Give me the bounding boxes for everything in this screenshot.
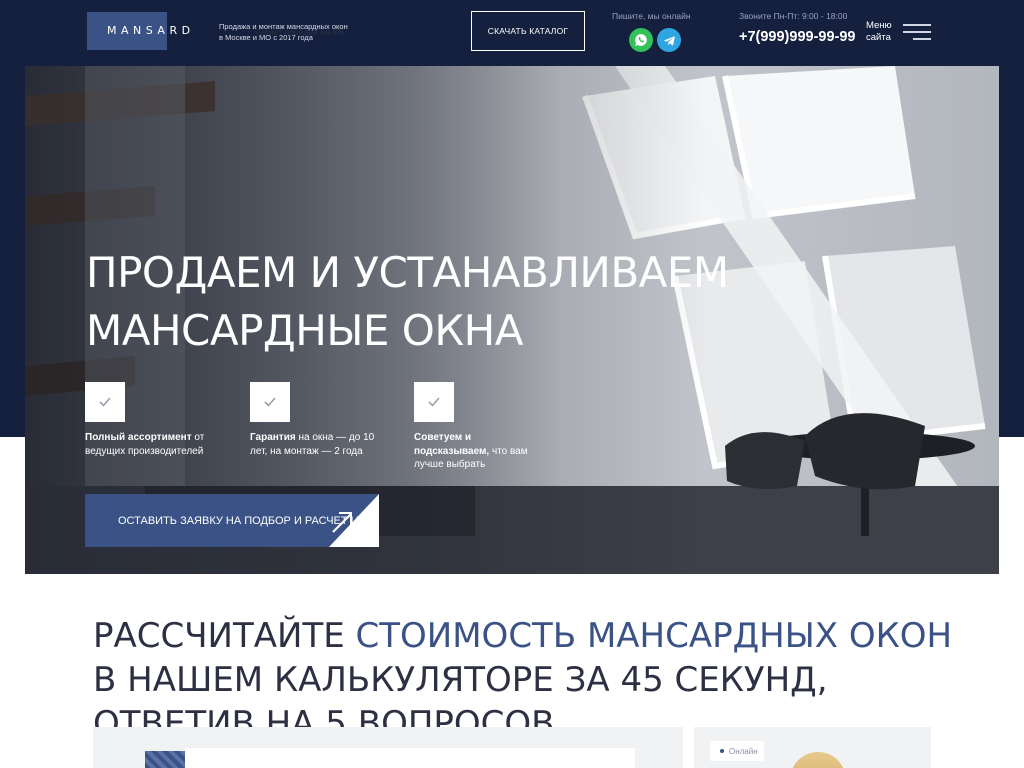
check-icon	[250, 382, 290, 422]
check-icon	[414, 382, 454, 422]
consultant-panel: Онлайн	[694, 727, 931, 768]
feature-text: Гарантия на окна — до 10 лет, на монтаж …	[250, 432, 375, 457]
avatar	[790, 752, 846, 768]
menu-label[interactable]: Меню сайта	[866, 20, 896, 44]
hero-banner: ПРОДАЕМ И УСТАНАВЛИВАЕМ МАНСАРДНЫЕ ОКНА …	[25, 66, 999, 574]
logo-text[interactable]: MANSARD	[107, 24, 195, 37]
phone-number[interactable]: +7(999)999-99-99	[739, 29, 856, 45]
hero-title: ПРОДАЕМ И УСТАНАВЛИВАЕМ МАНСАРДНЫЕ ОКНА	[86, 244, 729, 360]
progress-bar	[145, 751, 185, 768]
progress-text: Расчет пройден на 8%	[255, 27, 345, 37]
online-label: Пишите, мы онлайн	[612, 11, 691, 21]
telegram-icon[interactable]	[657, 28, 681, 52]
feature-warranty: Гарантия на окна — до 10 лет, на монтаж …	[250, 382, 375, 458]
feature-text: Советуем и подсказываем, что вам лучше в…	[414, 432, 528, 470]
request-quote-button[interactable]: ОСТАВИТЬ ЗАЯВКУ НА ПОДБОР И РАСЧЕТ ЦЕНЫ	[85, 494, 379, 547]
hero-title-line: ПРОДАЕМ И УСТАНАВЛИВАЕМ	[86, 248, 729, 297]
hero-title-line: МАНСАРДНЫЕ ОКНА	[86, 306, 523, 355]
check-icon	[85, 382, 125, 422]
progress-card	[185, 748, 635, 768]
arrow-up-right-icon	[329, 494, 379, 547]
online-dot-icon	[720, 749, 724, 753]
feature-assortment: Полный ассортимент от ведущих производит…	[85, 382, 225, 458]
whatsapp-icon[interactable]	[629, 28, 653, 52]
feature-advice: Советуем и подсказываем, что вам лучше в…	[414, 382, 544, 472]
calculator-panel	[93, 727, 683, 768]
download-catalog-button[interactable]: СКАЧАТЬ КАТАЛОГ	[471, 11, 585, 51]
menu-icon[interactable]	[903, 24, 931, 40]
feature-text: Полный ассортимент от ведущих производит…	[85, 432, 205, 457]
online-badge: Онлайн	[710, 741, 764, 761]
work-hours: Звоните Пн-Пт: 9:00 - 18:00	[739, 11, 848, 21]
